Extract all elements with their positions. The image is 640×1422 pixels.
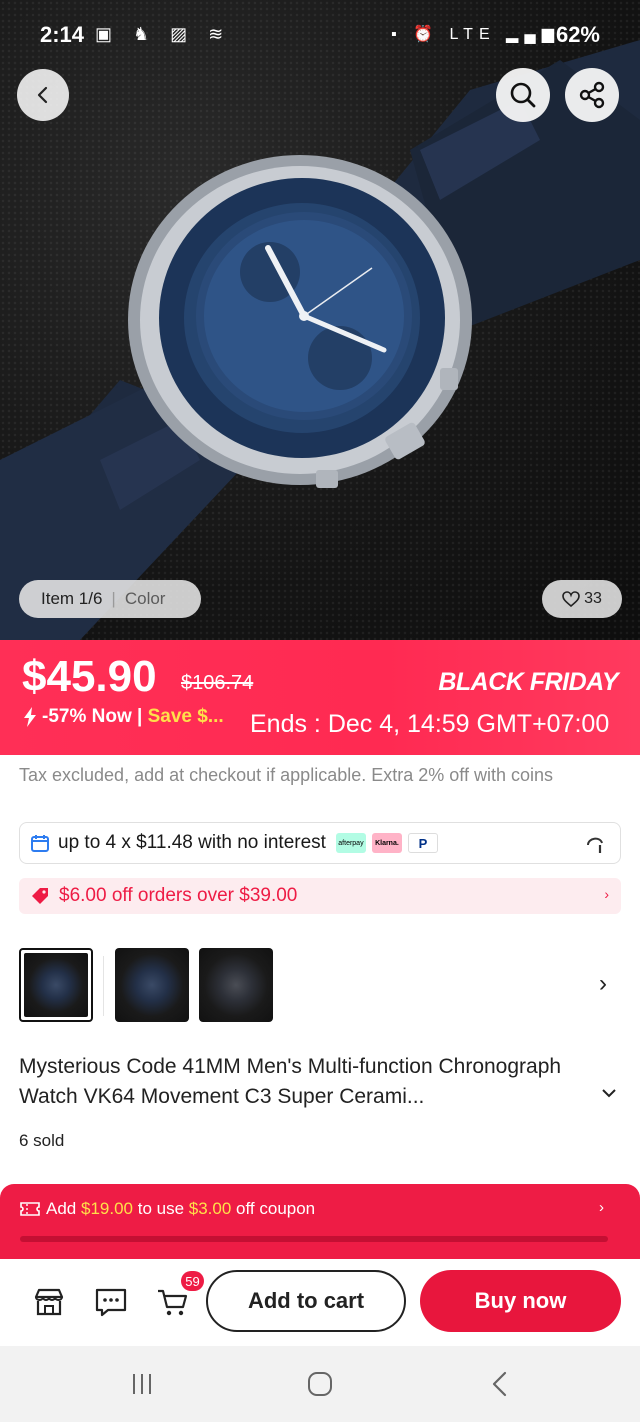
search-button[interactable]	[496, 68, 550, 122]
tag-icon	[32, 888, 48, 904]
share-button[interactable]	[565, 68, 619, 122]
network-label: LTE	[449, 26, 496, 43]
home-icon	[308, 1372, 332, 1396]
price-banner: $45.90 $106.74 -57% Now | Save $... BLAC…	[0, 640, 640, 755]
notification-icons: ▣ ♞ ▨ ≋	[95, 24, 232, 44]
system-icons: ▪ ⏰ LTE ▂▄▆	[390, 26, 560, 43]
calendar-icon	[31, 835, 49, 852]
promo-prefix: Add	[46, 1199, 77, 1218]
chat-icon[interactable]	[94, 1285, 128, 1319]
battery-level: 62%	[555, 22, 600, 47]
expand-chevron-icon[interactable]	[602, 1088, 616, 1098]
heart-icon	[562, 591, 580, 607]
discount-percent: -57% Now |	[42, 706, 143, 727]
current-price: $45.90	[22, 652, 157, 701]
thumbnail-divider	[103, 956, 104, 1016]
recent-apps-icon	[133, 1374, 151, 1394]
save-amount: Save $...	[147, 706, 224, 727]
store-icon[interactable]	[32, 1285, 66, 1319]
chevron-right-icon[interactable]: ›	[599, 970, 607, 998]
variant-thumbnail-image	[24, 953, 88, 1017]
sale-ends-text: Ends : Dec 4, 14:59 GMT+07:00	[250, 710, 610, 738]
add-to-cart-button[interactable]: Add to cart	[206, 1270, 406, 1332]
coupon-text: $6.00 off orders over $39.00	[59, 885, 298, 906]
event-label: BLACK FRIDAY	[438, 668, 618, 696]
promo-amount: $19.00	[80, 1199, 133, 1218]
variant-thumbnail-selected[interactable]	[19, 948, 93, 1022]
klarna-badge: Klarna.	[371, 833, 402, 853]
cart-icon[interactable]	[156, 1285, 190, 1319]
promo-text: Add $19.00 to use $3.00 off coupon	[20, 1199, 315, 1219]
ticket-icon	[20, 1202, 40, 1216]
back-icon	[492, 1371, 507, 1397]
original-price: $106.74	[181, 672, 254, 694]
info-chevron-icon	[587, 837, 603, 853]
sold-count: 6 sold	[19, 1131, 65, 1150]
item-counter: Item 1/6	[41, 589, 103, 608]
promo-coupon-value: $3.00	[188, 1199, 232, 1218]
product-image-carousel[interactable]: 2:14 ▣ ♞ ▨ ≋ ▪ ⏰ LTE ▂▄▆ 62% Item 1/6 | …	[0, 0, 640, 640]
search-icon	[510, 82, 536, 108]
installment-text: up to 4 x $11.48 with no interest	[58, 832, 326, 853]
recent-apps-button[interactable]	[122, 1366, 162, 1402]
promo-suffix: off coupon	[236, 1199, 316, 1218]
lightning-icon	[24, 707, 36, 727]
chevron-right-icon: ›	[604, 886, 609, 902]
system-navigation-bar	[0, 1346, 640, 1422]
share-icon	[579, 81, 605, 109]
cart-count-badge: 59	[181, 1271, 204, 1291]
paypal-badge: P	[407, 833, 438, 853]
wishlist-button[interactable]: 33	[542, 580, 622, 618]
system-back-button[interactable]	[480, 1366, 520, 1402]
promo-progress-track	[20, 1236, 608, 1242]
tax-note: Tax excluded, add at checkout if applica…	[19, 765, 553, 785]
variant-thumbnails: ›	[19, 948, 621, 1024]
buy-now-button[interactable]: Buy now	[420, 1270, 621, 1332]
promo-middle: to use	[137, 1199, 185, 1218]
product-title[interactable]: Mysterious Code 41MM Men's Multi-functio…	[19, 1052, 619, 1112]
coupon-promo-bar[interactable]: Add $19.00 to use $3.00 off coupon ›	[0, 1184, 640, 1259]
chevron-left-icon	[37, 86, 48, 104]
status-bar: 2:14 ▣ ♞ ▨ ≋ ▪ ⏰ LTE ▂▄▆ 62%	[0, 0, 640, 70]
status-time: 2:14	[40, 22, 85, 47]
variant-thumbnail[interactable]	[115, 948, 189, 1022]
bottom-action-bar: 59 Add to cart Buy now	[0, 1259, 640, 1346]
discount-line: -57% Now | Save $...	[22, 706, 224, 728]
color-label[interactable]: Color	[125, 589, 166, 609]
chevron-right-icon: ›	[599, 1199, 604, 1216]
installment-plan-row[interactable]: up to 4 x $11.48 with no interest afterp…	[19, 822, 621, 864]
variant-thumbnail[interactable]	[199, 948, 273, 1022]
afterpay-badge: afterpay	[335, 833, 366, 853]
store-coupon-row[interactable]: $6.00 off orders over $39.00 ›	[19, 878, 621, 914]
home-button[interactable]	[300, 1366, 340, 1402]
favorites-count: 33	[584, 590, 602, 607]
back-button[interactable]	[17, 69, 69, 121]
pill-divider: |	[111, 589, 116, 608]
image-counter-pill[interactable]: Item 1/6 | Color	[19, 580, 201, 618]
